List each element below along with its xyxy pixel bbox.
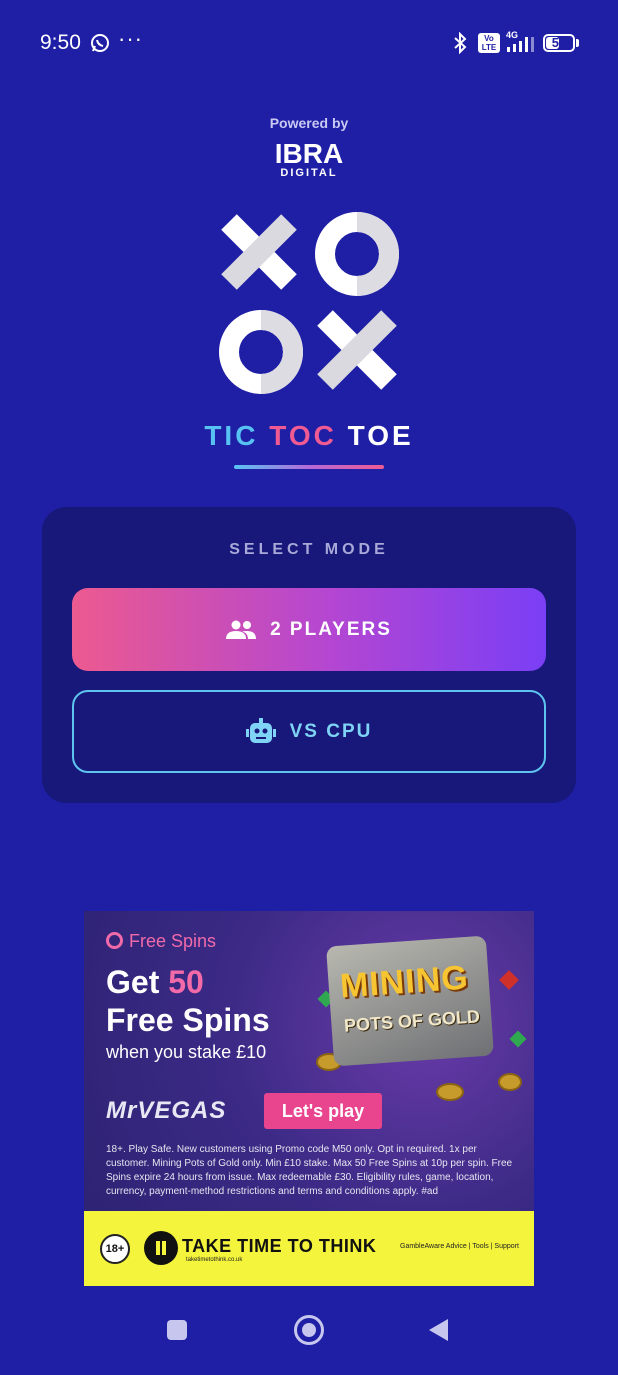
title-toc: TOC	[269, 420, 337, 451]
coin-decoration	[436, 1083, 464, 1101]
whatsapp-icon	[90, 33, 110, 58]
age-badge: 18+	[100, 1234, 130, 1264]
ad-cta-button[interactable]: Let's play	[264, 1093, 382, 1129]
powered-by-label: Powered by	[269, 115, 349, 131]
ad-headline-num: 50	[168, 964, 204, 1000]
vs-cpu-label: VS CPU	[289, 720, 373, 742]
two-players-label: 2 PLAYERS	[270, 618, 392, 640]
gamble-aware: GambleAware Advice | Tools | Support	[400, 1243, 519, 1250]
free-spins-icon	[106, 932, 123, 949]
home-circle-icon[interactable]	[294, 1315, 324, 1345]
coin-decoration	[498, 1073, 522, 1091]
ad-subline: when you stake £10	[106, 1042, 267, 1062]
title-toe: TOE	[347, 420, 414, 451]
ad-tag: Free Spins	[106, 931, 216, 952]
pause-icon	[144, 1231, 178, 1265]
ad-headline-pre: Get	[106, 964, 169, 1000]
robot-icon	[245, 717, 276, 743]
volte-badge: Vo LTE	[478, 33, 500, 53]
xo-logo-icon	[219, 212, 399, 394]
select-mode-heading: SELECT MODE	[229, 541, 389, 558]
ad-banner[interactable]: MINING POTS OF GOLD Free Spins Get 50 Fr…	[84, 911, 534, 1286]
back-triangle-icon[interactable]	[429, 1319, 448, 1341]
select-mode-card: SELECT MODE 2 PLAYERS VS CPU	[42, 507, 576, 803]
take-time-url: taketimetothink.co.uk	[186, 1257, 243, 1263]
brand-main: IBRA	[274, 138, 344, 169]
battery-icon: 55	[543, 34, 575, 52]
ad-footer: 18+ TAKE TIME TO THINK taketimetothink.c…	[84, 1211, 534, 1286]
ad-brand-logo: MrVEGAS	[106, 1097, 227, 1124]
ad-headline: Get 50 Free Spins	[106, 963, 270, 1039]
ad-game-artwork: MINING POTS OF GOLD	[316, 933, 527, 1101]
game-title: TIC TOC TOE	[0, 420, 618, 452]
title-underline	[234, 465, 384, 469]
gem-decoration	[499, 970, 519, 990]
battery-tip	[576, 39, 579, 47]
ad-tag-text: Free Spins	[129, 931, 217, 951]
battery-level: 55	[551, 35, 567, 50]
system-nav-bar	[0, 1300, 618, 1375]
gem-decoration	[509, 1030, 527, 1048]
take-time-to-think: TAKE TIME TO THINK	[182, 1236, 377, 1256]
brand-sub: DIGITAL	[280, 167, 338, 179]
group-icon	[226, 620, 257, 639]
more-notifications-icon: ···	[118, 26, 143, 51]
bluetooth-icon	[452, 31, 468, 59]
ad-terms: 18+. Play Safe. New customers using Prom…	[106, 1144, 513, 1197]
ibra-digital-logo: IBRA DIGITAL	[0, 140, 618, 179]
status-time: 9:50	[40, 31, 81, 54]
two-players-button[interactable]: 2 PLAYERS	[72, 588, 546, 671]
signal-icon	[506, 36, 536, 57]
status-bar: 9:50 ··· Vo LTE 4G 55	[0, 0, 618, 88]
ad-headline-line2: Free Spins	[106, 1002, 270, 1038]
vs-cpu-button[interactable]: VS CPU	[72, 690, 546, 773]
recents-square-icon[interactable]	[167, 1320, 187, 1340]
title-tic: TIC	[204, 420, 259, 451]
